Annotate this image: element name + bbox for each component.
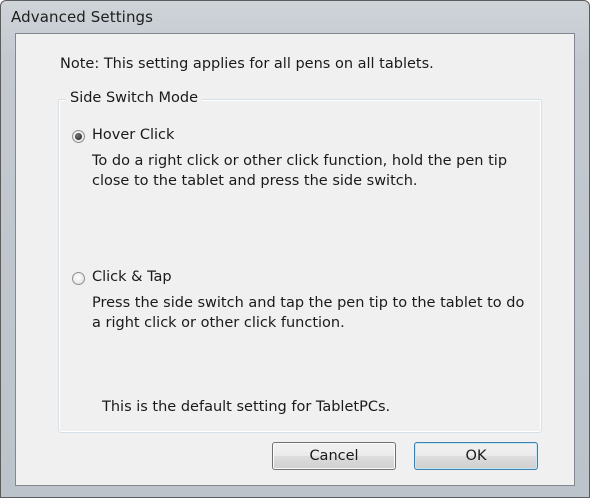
dialog-content: Note: This setting applies for all pens … [15,33,575,486]
radio-selected-dot [75,133,82,140]
click-and-tap-description: Press the side switch and tap the pen ti… [92,295,525,331]
click-and-tap-label[interactable]: Click & Tap [92,269,172,285]
hover-click-description: To do a right click or other click funct… [92,153,508,189]
side-switch-mode-group [58,99,542,433]
hover-click-label[interactable]: Hover Click [92,127,174,143]
hover-click-radio[interactable] [72,130,85,143]
group-legend: Side Switch Mode [66,90,203,106]
cancel-button[interactable]: Cancel [272,442,396,470]
default-setting-note: This is the default setting for TabletPC… [102,399,391,415]
click-and-tap-radio[interactable] [72,272,85,285]
title-bar[interactable]: Advanced Settings [1,1,589,33]
advanced-settings-dialog: Advanced Settings Note: This setting app… [0,0,590,498]
ok-button[interactable]: OK [414,442,538,470]
window-title: Advanced Settings [11,8,154,26]
note-text: Note: This setting applies for all pens … [60,56,434,72]
